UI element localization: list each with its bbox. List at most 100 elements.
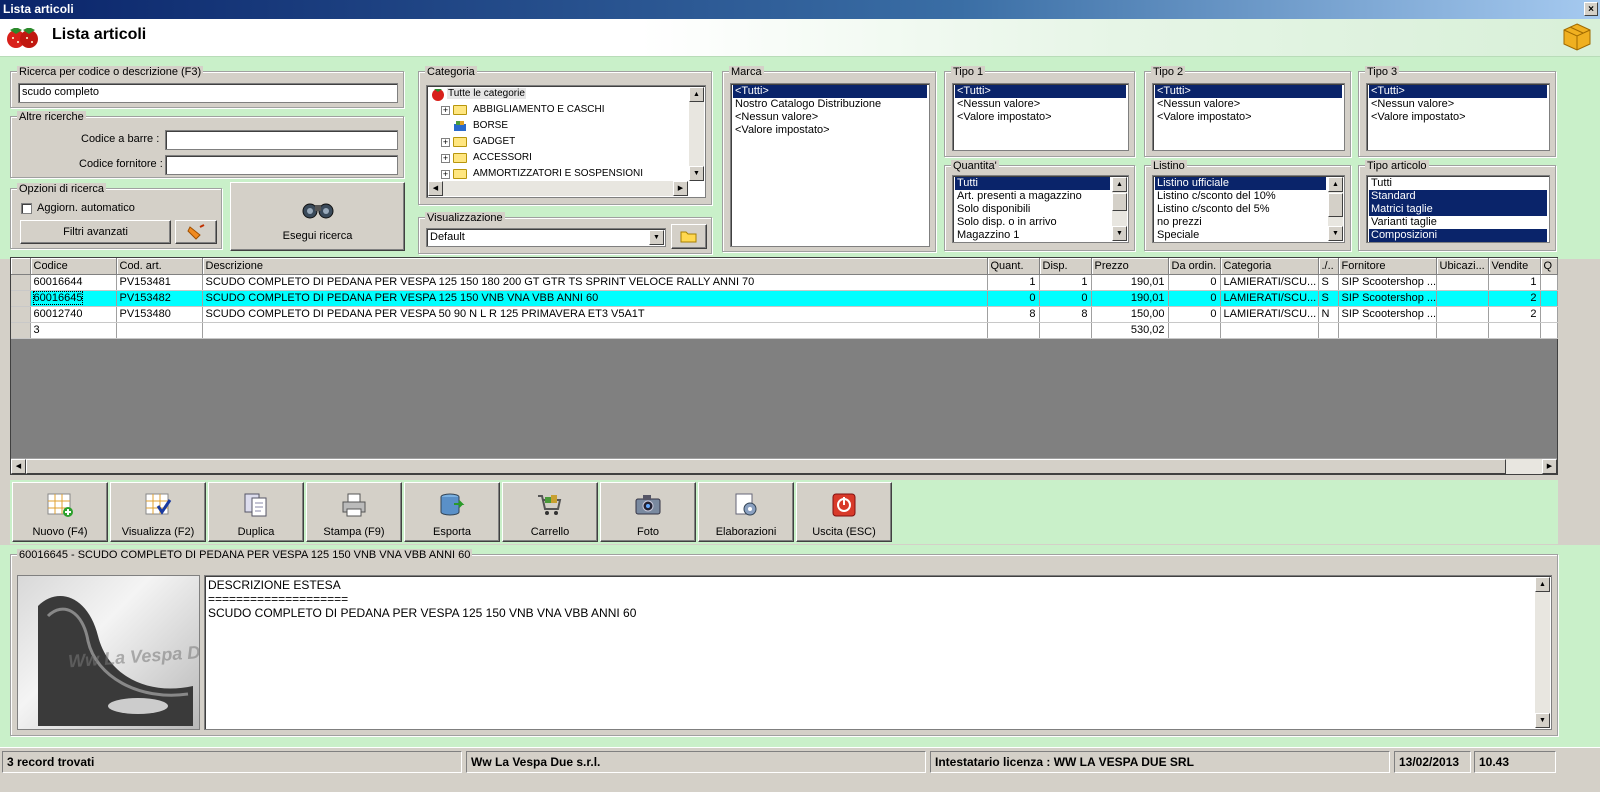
tree-item-ammortizzatori[interactable]: + AMMORTIZZATORI E SOSPENSIONI — [427, 166, 705, 182]
cell-code[interactable]: 60016644 — [30, 274, 117, 291]
quantity-item[interactable]: Magazzino 1 — [955, 229, 1126, 242]
run-search-button[interactable]: Esegui ricerca — [230, 182, 405, 251]
view-button[interactable]: Visualizza (F2) — [110, 482, 206, 542]
articles-grid[interactable]: Codice Cod. art. Descrizione Quant. Disp… — [10, 257, 1558, 475]
cell-sales[interactable]: 2 — [1488, 290, 1541, 307]
quantity-item[interactable]: Solo disponibili — [955, 203, 1126, 216]
cell-q[interactable] — [1540, 274, 1558, 291]
tree-item-borse[interactable]: BORSE — [427, 118, 705, 134]
cell-q[interactable] — [1540, 290, 1558, 307]
cell-article-code[interactable]: PV153481 — [116, 274, 203, 291]
type3-item[interactable]: <Tutti> — [1369, 85, 1547, 98]
article-type-item[interactable]: Standard — [1369, 190, 1547, 203]
cell-code[interactable]: 60016645 — [30, 290, 117, 307]
quantity-listbox[interactable]: Tutti Art. presenti a magazzino Solo dis… — [952, 175, 1129, 243]
quantity-item[interactable]: Art. presenti a magazzino — [955, 190, 1126, 203]
extended-description-text[interactable]: DESCRIZIONE ESTESA ==================== … — [204, 575, 1552, 730]
package-box-icon[interactable] — [1562, 22, 1592, 52]
scroll-thumb[interactable] — [26, 459, 1506, 474]
cell-location[interactable] — [1436, 306, 1489, 323]
exit-button[interactable]: Uscita (ESC) — [796, 482, 892, 542]
quantity-vscrollbar[interactable]: ▲ ▼ — [1112, 177, 1127, 241]
row-selector[interactable] — [11, 306, 31, 323]
cell-flag[interactable]: S — [1318, 274, 1339, 291]
brand-item[interactable]: <Tutti> — [733, 85, 927, 98]
tree-item-accessori[interactable]: + ACCESSORI — [427, 150, 705, 166]
view-select[interactable]: Default — [426, 228, 666, 247]
cell-sales[interactable]: 2 — [1488, 306, 1541, 323]
cell-available[interactable]: 1 — [1039, 274, 1092, 291]
tree-item-abbigliamento[interactable]: + ABBIGLIAMENTO E CASCHI — [427, 102, 705, 118]
cell-price[interactable]: 190,01 — [1091, 274, 1169, 291]
cell-quantity[interactable]: 8 — [987, 306, 1040, 323]
price-list-item[interactable]: Listino c/sconto del 5% — [1155, 203, 1342, 216]
price-list-item[interactable]: Speciale — [1155, 229, 1342, 242]
type3-item[interactable]: <Valore impostato> — [1369, 111, 1547, 124]
cell-to-order[interactable]: 0 — [1168, 290, 1221, 307]
column-header[interactable]: Quant. — [987, 258, 1040, 275]
type2-item[interactable]: <Nessun valore> — [1155, 98, 1342, 111]
photo-button[interactable]: Foto — [600, 482, 696, 542]
cell-q[interactable] — [1540, 306, 1558, 323]
cart-button[interactable]: Carrello — [502, 482, 598, 542]
cell-flag[interactable]: N — [1318, 306, 1339, 323]
cell-flag[interactable]: S — [1318, 290, 1339, 307]
table-row[interactable]: 60012740 PV153480 SCUDO COMPLETO DI PEDA… — [11, 306, 1558, 323]
cell-quantity[interactable]: 0 — [987, 290, 1040, 307]
scroll-thumb[interactable] — [1112, 193, 1127, 211]
type3-listbox[interactable]: <Tutti> <Nessun valore> <Valore impostat… — [1366, 83, 1550, 151]
article-type-item[interactable]: Tutti — [1369, 177, 1547, 190]
column-header[interactable]: Ubicazi... — [1436, 258, 1489, 275]
column-header[interactable]: Vendite — [1488, 258, 1541, 275]
scroll-left-icon[interactable]: ◀ — [428, 181, 443, 196]
category-tree[interactable]: Tutte le categorie + ABBIGLIAMENTO E CASC… — [426, 85, 706, 198]
cell-available[interactable]: 0 — [1039, 290, 1092, 307]
column-header[interactable]: Cod. art. — [116, 258, 203, 275]
column-header[interactable]: Codice — [30, 258, 117, 275]
scroll-down-icon[interactable]: ▼ — [689, 166, 704, 181]
cell-location[interactable] — [1436, 274, 1489, 291]
scroll-down-icon[interactable]: ▼ — [1535, 713, 1550, 728]
type1-item[interactable]: <Valore impostato> — [955, 111, 1126, 124]
table-row[interactable]: 60016644 PV153481 SCUDO COMPLETO DI PEDA… — [11, 274, 1558, 291]
row-selector[interactable] — [11, 290, 31, 307]
brand-item[interactable]: <Valore impostato> — [733, 124, 927, 137]
cell-supplier[interactable]: SIP Scootershop ... — [1338, 274, 1437, 291]
chevron-down-icon[interactable]: ▼ — [649, 230, 664, 245]
product-photo[interactable]: Ww La Vespa Due — [17, 575, 200, 730]
cell-code[interactable]: 60012740 — [30, 306, 117, 323]
cell-sales[interactable]: 1 — [1488, 274, 1541, 291]
clear-filters-button[interactable] — [175, 220, 217, 244]
brand-item[interactable]: Nostro Catalogo Distribuzione — [733, 98, 927, 111]
description-vscrollbar[interactable]: ▲ ▼ — [1535, 577, 1550, 728]
type2-item[interactable]: <Tutti> — [1155, 85, 1342, 98]
cell-available[interactable]: 8 — [1039, 306, 1092, 323]
price-list-item[interactable]: Listino ufficiale — [1155, 177, 1326, 190]
article-type-item[interactable]: Varianti taglie — [1369, 216, 1547, 229]
price-list-listbox[interactable]: Listino ufficiale Listino c/sconto del 1… — [1152, 175, 1345, 243]
cell-category[interactable]: LAMIERATI/SCU... — [1220, 306, 1319, 323]
category-vscrollbar[interactable]: ▲ ▼ — [689, 87, 704, 181]
cell-category[interactable]: LAMIERATI/SCU... — [1220, 274, 1319, 291]
brand-item[interactable]: <Nessun valore> — [733, 111, 927, 124]
scroll-up-icon[interactable]: ▲ — [689, 87, 704, 102]
article-type-item[interactable]: Composizioni — [1369, 229, 1547, 242]
quantity-item[interactable]: Solo disp. o in arrivo — [955, 216, 1126, 229]
cell-quantity[interactable]: 1 — [987, 274, 1040, 291]
tree-root[interactable]: Tutte le categorie — [427, 86, 705, 102]
auto-update-checkbox[interactable] — [21, 203, 32, 214]
cell-supplier[interactable]: SIP Scootershop ... — [1338, 306, 1437, 323]
cell-description[interactable]: SCUDO COMPLETO DI PEDANA PER VESPA 125 1… — [202, 290, 988, 307]
column-header[interactable]: Q — [1540, 258, 1558, 275]
scroll-up-icon[interactable]: ▲ — [1535, 577, 1550, 592]
column-header[interactable]: Da ordin. — [1168, 258, 1221, 275]
print-button[interactable]: Stampa (F9) — [306, 482, 402, 542]
scroll-down-icon[interactable]: ▼ — [1112, 226, 1127, 241]
cell-price[interactable]: 190,01 — [1091, 290, 1169, 307]
supplier-code-input[interactable] — [165, 155, 398, 175]
quantity-item[interactable]: Tutti — [955, 177, 1110, 190]
scroll-up-icon[interactable]: ▲ — [1112, 177, 1127, 192]
scroll-up-icon[interactable]: ▲ — [1328, 177, 1343, 192]
barcode-input[interactable] — [165, 130, 398, 150]
cell-location[interactable] — [1436, 290, 1489, 307]
